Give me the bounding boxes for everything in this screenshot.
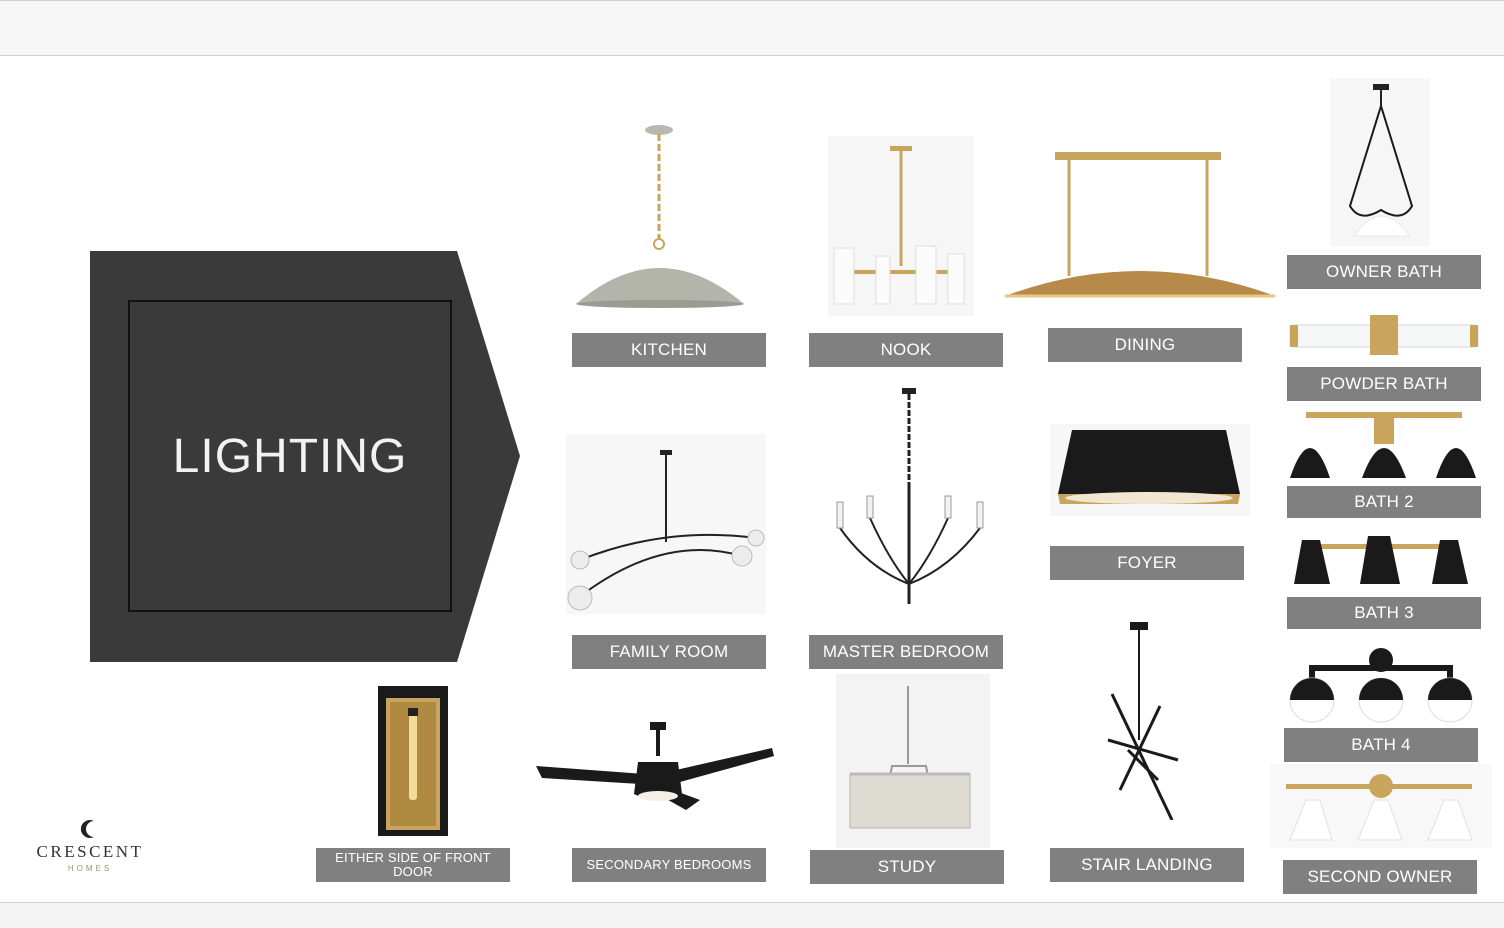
dining-linear-pendant-image (1005, 152, 1275, 298)
master-bedroom-chandelier-image (836, 388, 984, 604)
bath-2-label: BATH 2 (1287, 486, 1481, 518)
dining-label: DINING (1048, 328, 1242, 362)
family-room-chandelier-image (566, 434, 766, 614)
stair-landing-label: STAIR LANDING (1050, 848, 1244, 882)
logo-wordmark: CRESCENT (36, 842, 144, 861)
second-owner-vanity-image (1270, 764, 1492, 848)
bath-4-label: BATH 4 (1284, 728, 1478, 762)
bath-3-vanity-image (1294, 536, 1468, 584)
study-pendant-image (836, 674, 990, 848)
foyer-label: FOYER (1050, 546, 1244, 580)
secondary-bedrooms-label: SECONDARY BEDROOMS (572, 848, 766, 882)
top-toolbar-strip (0, 0, 1504, 56)
crescent-moon-icon (80, 820, 94, 838)
bath-3-label: BATH 3 (1287, 597, 1481, 629)
owner-bath-pendant-image (1330, 78, 1430, 246)
slide-title: LIGHTING (172, 429, 408, 483)
owner-bath-label: OWNER BATH (1287, 255, 1481, 289)
kitchen-pendant-image (576, 125, 744, 308)
secondary-bedrooms-fan-image (536, 722, 774, 810)
logo-subtext: HOMES (67, 864, 113, 873)
study-label: STUDY (810, 850, 1004, 884)
crescent-homes-logo: CRESCENT HOMES (26, 818, 154, 873)
title-frame: LIGHTING (128, 300, 452, 612)
stair-landing-chandelier-image (1107, 622, 1179, 820)
nook-chandelier-image (828, 136, 974, 316)
bath-4-vanity-image (1289, 648, 1473, 723)
master-bedroom-label: MASTER BEDROOM (809, 635, 1003, 669)
second-owner-label: SECOND OWNER (1283, 860, 1477, 894)
front-door-label: EITHER SIDE OF FRONT DOOR (316, 848, 510, 882)
bath-2-vanity-image (1290, 412, 1476, 478)
front-door-lantern-image (378, 686, 448, 836)
powder-bath-label: POWDER BATH (1287, 367, 1481, 401)
foyer-flushmount-image (1050, 424, 1250, 516)
bottom-toolbar-strip (0, 902, 1504, 928)
kitchen-label: KITCHEN (572, 333, 766, 367)
nook-label: NOOK (809, 333, 1003, 367)
family-room-label: FAMILY ROOM (572, 635, 766, 669)
powder-bath-vanity-image (1289, 315, 1479, 355)
